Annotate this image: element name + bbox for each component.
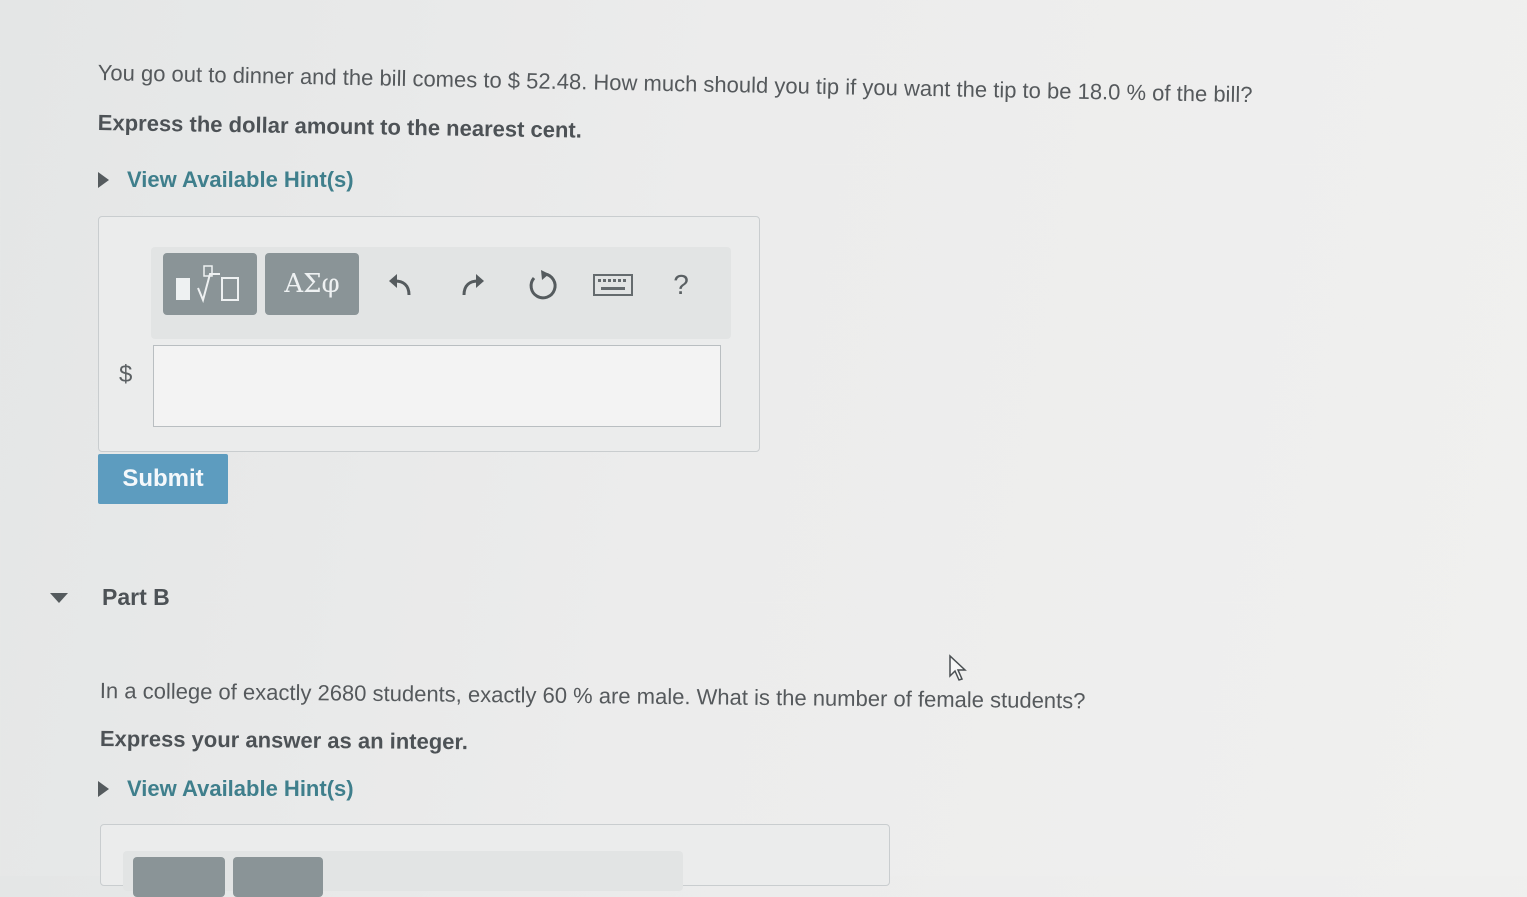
part-a-answer-box: ΑΣφ ? $ [98, 216, 760, 452]
math-toolbar [123, 851, 683, 897]
keyboard-button[interactable] [591, 267, 635, 303]
math-toolbar: ΑΣφ ? [151, 247, 731, 339]
fraction-radical-template-icon [176, 265, 239, 304]
currency-symbol: $ [119, 361, 133, 388]
answer-input[interactable] [153, 345, 721, 427]
part-b-question: In a college of exactly 2680 students, e… [99, 678, 1086, 714]
part-b-hints-toggle[interactable]: View Available Hint(s) [98, 776, 354, 802]
part-b-title: Part B [102, 584, 170, 610]
reset-circle-icon [529, 270, 557, 300]
part-b-instruction: Express your answer as an integer. [99, 726, 469, 755]
mouse-cursor-icon [949, 654, 967, 681]
expand-arrow-icon [98, 781, 109, 797]
greek-symbols-button[interactable] [233, 857, 323, 897]
submit-button[interactable]: Submit [98, 454, 228, 504]
reset-button[interactable] [524, 267, 560, 303]
help-button[interactable]: ? [663, 267, 699, 303]
part-a-question: You go out to dinner and the bill comes … [97, 60, 1253, 108]
hint-link-label: View Available Hint(s) [127, 167, 354, 192]
templates-button[interactable] [163, 253, 257, 315]
hint-link-label: View Available Hint(s) [127, 776, 354, 801]
undo-arrow-icon [389, 274, 411, 296]
redo-button[interactable] [454, 267, 490, 303]
expand-arrow-icon [98, 172, 109, 188]
templates-button[interactable] [133, 857, 225, 897]
collapse-arrow-icon [50, 592, 68, 603]
part-a-hints-toggle[interactable]: View Available Hint(s) [98, 167, 354, 193]
part-a-instruction: Express the dollar amount to the nearest… [97, 110, 583, 143]
keyboard-icon [593, 274, 633, 296]
redo-arrow-icon [462, 274, 484, 296]
part-b-answer-box [100, 824, 890, 897]
greek-symbols-button[interactable]: ΑΣφ [265, 253, 359, 315]
undo-button[interactable] [383, 267, 419, 303]
part-b-header[interactable]: Part B [50, 584, 170, 611]
